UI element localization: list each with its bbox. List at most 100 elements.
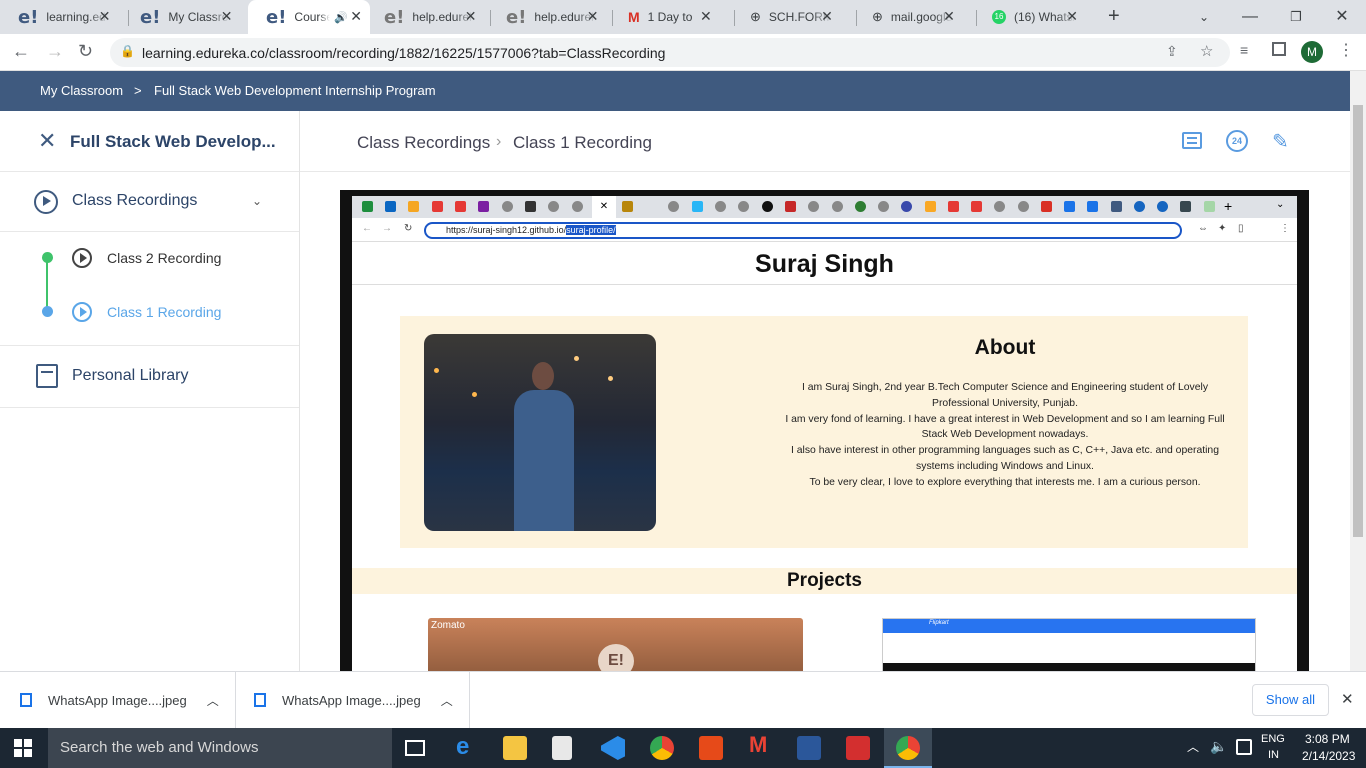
section-class-recordings[interactable]: Class Recordings ⌄: [0, 172, 299, 232]
profile-avatar[interactable]: M: [1301, 41, 1323, 63]
edureka-icon: e!: [140, 6, 161, 28]
close-tab-icon[interactable]: ✕: [943, 8, 955, 25]
edge-icon[interactable]: e: [456, 733, 469, 761]
gmail-icon[interactable]: M: [749, 732, 767, 758]
taskbar-search[interactable]: Search the web and Windows: [48, 728, 392, 768]
edureka-icon: e!: [18, 6, 39, 28]
about-line: I am very fond of learning. I have a gre…: [785, 413, 1225, 441]
close-download-bar-icon[interactable]: ✕: [1341, 690, 1354, 708]
crumb-class-recordings[interactable]: Class Recordings: [357, 133, 490, 153]
close-window-button[interactable]: ✕: [1322, 4, 1362, 30]
video-frame: ✕ + ⌄ ← → ↻ https://suraj-singh12.github…: [352, 196, 1297, 672]
sidebar-item-personal-library[interactable]: Personal Library: [0, 346, 299, 408]
current-dot: [42, 306, 53, 317]
browser-tab[interactable]: e!help.edureka✕: [366, 4, 484, 30]
video-browser-tabs: ✕ + ⌄: [352, 196, 1297, 218]
library-icon: [36, 364, 58, 388]
close-tab-icon[interactable]: ✕: [1066, 8, 1078, 25]
address-bar[interactable]: 🔒 learning.edureka.co/classroom/recordin…: [110, 38, 1230, 67]
browser-tab-active[interactable]: e! Course 🔊 ✕: [248, 0, 370, 34]
breadcrumb-program[interactable]: Full Stack Web Development Internship Pr…: [154, 83, 436, 98]
language-indicator[interactable]: ENG: [1261, 733, 1285, 745]
close-icon[interactable]: ✕: [38, 128, 56, 154]
chrome-icon[interactable]: [650, 736, 674, 760]
tray-chevron-icon[interactable]: ︿: [1187, 738, 1199, 755]
minimize-button[interactable]: —: [1230, 4, 1270, 30]
chrome-profile-taskbar[interactable]: [884, 728, 932, 768]
tab-search-button[interactable]: ⌄: [1184, 4, 1224, 30]
close-tab-icon[interactable]: ✕: [700, 8, 712, 25]
forward-arrow-icon[interactable]: →: [46, 41, 64, 62]
share-icon[interactable]: ⇪: [1166, 43, 1178, 60]
browser-tab[interactable]: M1 Day to ✕: [610, 4, 720, 30]
browser-tab-strip: e!learning.edureka.co✕ e!My Classroom✕ e…: [0, 0, 1366, 34]
chevron-up-icon[interactable]: ︿: [207, 692, 219, 709]
breadcrumb-separator: >: [134, 83, 142, 98]
play-circle-icon: [72, 302, 92, 322]
chevron-down-icon[interactable]: ⌄: [252, 194, 262, 208]
clock-time[interactable]: 3:08 PM: [1305, 732, 1350, 746]
restore-button[interactable]: ❐: [1276, 4, 1316, 30]
recording-label: Class 1 Recording: [107, 304, 222, 320]
speaker-icon[interactable]: 🔊: [334, 11, 348, 24]
volume-icon[interactable]: 🔈: [1210, 738, 1227, 755]
video-player[interactable]: ✕ + ⌄ ← → ↻ https://suraj-singh12.github…: [340, 190, 1309, 672]
crumb-current: Class 1 Recording: [513, 133, 652, 152]
edureka-icon: e!: [384, 6, 405, 28]
course-header: ✕ Full Stack Web Develop...: [0, 111, 299, 172]
video-url-field: https://suraj-singh12.github.io/suraj-pr…: [424, 222, 1182, 239]
show-all-button[interactable]: Show all: [1252, 684, 1329, 716]
back-arrow-icon[interactable]: ←: [12, 41, 30, 62]
browser-tab[interactable]: e!learning.edureka.co✕: [0, 4, 118, 30]
download-item[interactable]: WhatsApp Image....jpeg ︿: [20, 672, 236, 728]
keyboard-icon[interactable]: [1236, 739, 1252, 755]
side-panel-icon[interactable]: [1272, 42, 1286, 56]
close-tab-icon[interactable]: ✕: [99, 8, 111, 25]
edit-icon[interactable]: ✎: [1272, 129, 1289, 154]
notes-icon[interactable]: [1182, 132, 1202, 149]
office-icon[interactable]: [699, 736, 723, 760]
word-icon[interactable]: [797, 736, 821, 760]
browser-tab[interactable]: ⊕ mail.google ✕: [854, 4, 963, 30]
region-indicator: IN: [1268, 749, 1279, 761]
breadcrumb-my-classroom[interactable]: My Classroom: [40, 83, 123, 98]
edureka-icon: e!: [266, 6, 287, 28]
browser-tab[interactable]: e!My Classroom✕: [122, 4, 240, 30]
store-icon[interactable]: [552, 736, 572, 760]
completed-dot: [42, 252, 53, 263]
site-title: Suraj Singh: [755, 250, 894, 278]
reload-icon[interactable]: ↻: [78, 41, 93, 62]
close-tab-icon[interactable]: ✕: [221, 8, 233, 25]
close-tab-icon[interactable]: ✕: [587, 8, 599, 25]
about-line: To be very clear, I love to explore ever…: [809, 476, 1201, 488]
menu-kebab-icon[interactable]: ⋮: [1338, 40, 1354, 60]
about-text: I am Suraj Singh, 2nd year B.Tech Comput…: [780, 380, 1230, 491]
close-tab-icon[interactable]: ✕: [350, 8, 362, 25]
chevron-up-icon[interactable]: ︿: [441, 692, 453, 709]
close-tab-icon[interactable]: ✕: [821, 8, 833, 25]
app-icon[interactable]: [846, 736, 870, 760]
vscode-icon[interactable]: [601, 736, 625, 760]
media-control-icon[interactable]: ≡: [1240, 42, 1248, 58]
file-explorer-icon[interactable]: [503, 736, 527, 760]
page-scrollbar[interactable]: [1350, 71, 1366, 671]
bookmark-star-icon[interactable]: ☆: [1200, 42, 1213, 60]
url-text: learning.edureka.co/classroom/recording/…: [142, 45, 666, 61]
download-item[interactable]: WhatsApp Image....jpeg ︿: [254, 672, 470, 728]
close-tab-icon[interactable]: ✕: [465, 8, 477, 25]
task-view-icon[interactable]: [405, 740, 425, 756]
course-sidebar: ✕ Full Stack Web Develop... Class Record…: [0, 111, 300, 671]
browser-tab[interactable]: 16(16) WhatsApp✕: [974, 4, 1086, 30]
about-heading: About: [974, 336, 1036, 359]
recording-list: Class 2 Recording Class 1 Recording: [0, 232, 299, 346]
chrome-icon: [896, 736, 920, 760]
section-label: Class Recordings: [72, 192, 198, 209]
browser-tab[interactable]: e!help.edureka✕: [488, 4, 606, 30]
scrollbar-thumb[interactable]: [1353, 105, 1363, 537]
support-24-icon[interactable]: 24: [1226, 130, 1248, 152]
new-tab-button[interactable]: +: [1108, 5, 1120, 28]
browser-tab[interactable]: ⊕ SCH.FORM ✕: [732, 4, 841, 30]
list-item-class-2[interactable]: Class 2 Recording: [70, 244, 290, 274]
list-item-class-1[interactable]: Class 1 Recording: [70, 298, 290, 328]
windows-start-icon[interactable]: [14, 739, 32, 757]
